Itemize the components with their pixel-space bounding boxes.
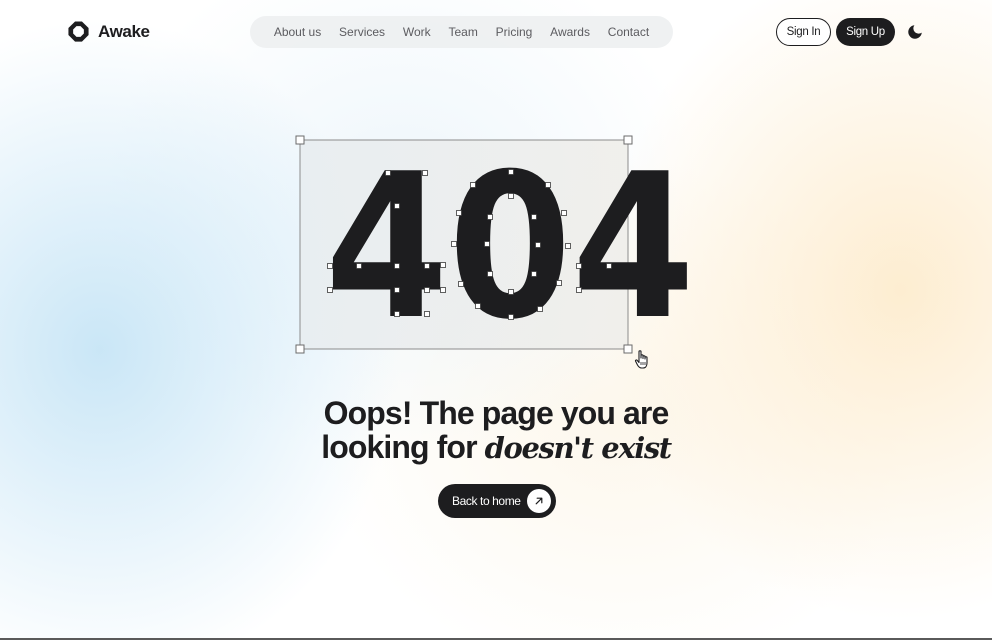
theme-toggle-button[interactable] xyxy=(906,23,924,41)
headline-italic-phrase: doesn't exist xyxy=(484,431,673,465)
nav-item-awards[interactable]: Awards xyxy=(550,25,590,39)
nav-item-services[interactable]: Services xyxy=(339,25,385,39)
sign-up-button[interactable]: Sign Up xyxy=(836,18,895,46)
brand-name: Awake xyxy=(98,21,150,41)
error-headline: Oops! The page you are looking for doesn… xyxy=(246,396,746,465)
nav-item-about-us[interactable]: About us xyxy=(274,25,321,39)
back-to-home-label: Back to home xyxy=(452,494,521,508)
headline-line-2-prefix: looking for xyxy=(321,429,477,465)
back-to-home-button[interactable]: Back to home xyxy=(438,484,556,518)
headline-line-2: looking for doesn't exist xyxy=(246,430,746,465)
nav-item-team[interactable]: Team xyxy=(448,25,477,39)
brand-logo[interactable]: Awake xyxy=(67,20,150,43)
arrow-up-right-icon xyxy=(527,489,551,513)
sign-in-button[interactable]: Sign In xyxy=(776,18,831,46)
error-code: 404 xyxy=(325,131,695,364)
headline-line-1: Oops! The page you are xyxy=(323,395,670,431)
site-header: Awake About us Services Work Team Pricin… xyxy=(0,0,992,64)
main-nav: About us Services Work Team Pricing Awar… xyxy=(250,16,673,48)
moon-icon xyxy=(908,25,922,39)
nav-item-contact[interactable]: Contact xyxy=(608,25,649,39)
nav-item-work[interactable]: Work xyxy=(403,25,431,39)
404-illustration: 404 xyxy=(295,131,695,369)
nav-item-pricing[interactable]: Pricing xyxy=(496,25,533,39)
hexagon-ring-icon xyxy=(68,21,89,42)
